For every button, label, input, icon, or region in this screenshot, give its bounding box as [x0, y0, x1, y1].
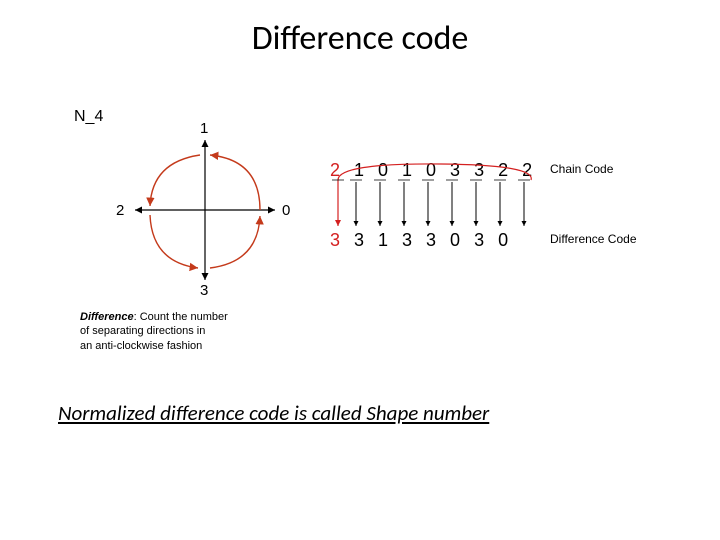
diff-l3: of separating directions in	[80, 325, 205, 337]
compass-icon	[110, 120, 300, 300]
difference-explanation: Difference: Count the number of separati…	[80, 310, 228, 353]
summary-line: Normalized difference code is called Sha…	[58, 400, 489, 426]
code-arrows-icon	[326, 160, 556, 250]
diff-l2: : Count the number	[134, 311, 228, 323]
chain-code-label: Chain Code	[550, 162, 613, 176]
slide-title: Difference code	[0, 18, 720, 59]
dir-top: 1	[200, 120, 208, 137]
difference-code-label: Difference Code	[550, 232, 637, 246]
n4-label: N_4	[74, 108, 103, 126]
diff-word: Difference	[80, 311, 134, 323]
direction-compass: 1 0 3 2	[110, 120, 300, 300]
diff-l4: an anti-clockwise fashion	[80, 340, 202, 352]
dir-bottom: 3	[200, 282, 208, 299]
dir-right: 0	[282, 202, 290, 219]
dir-left: 2	[116, 202, 124, 219]
